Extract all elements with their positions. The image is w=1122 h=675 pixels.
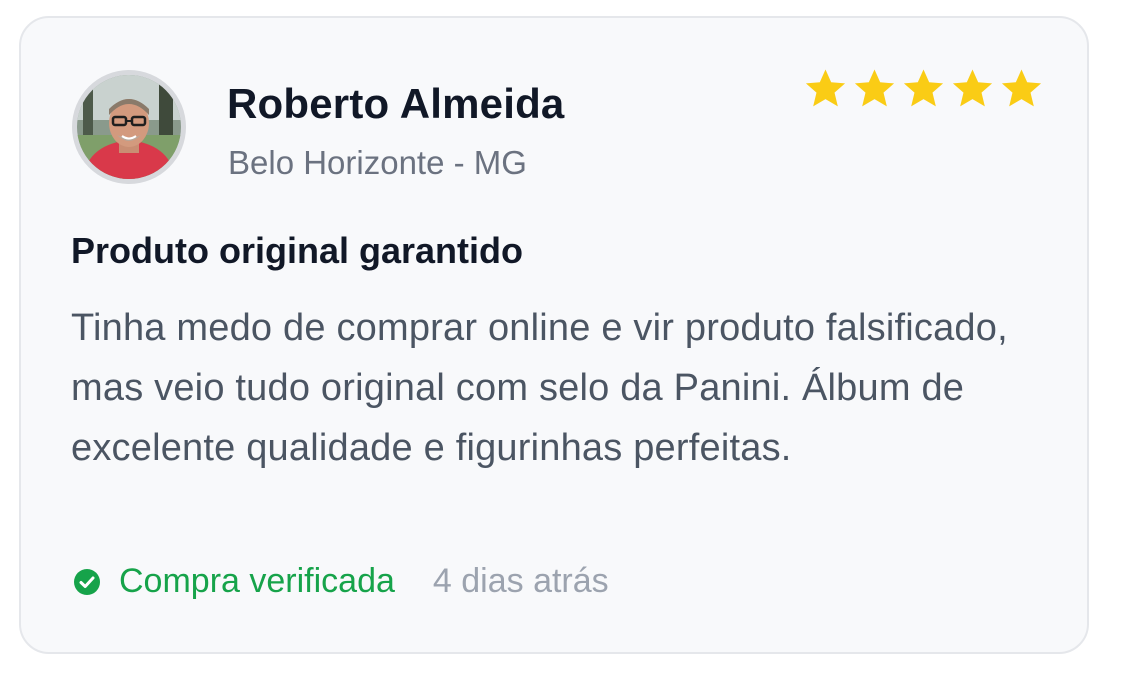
check-circle-icon: [74, 568, 100, 595]
star-rating: [802, 66, 1045, 113]
star-icon: [903, 69, 944, 107]
review-card: Roberto Almeida Belo Horizonte - MG Prod…: [19, 16, 1089, 654]
star-icon: [805, 69, 846, 107]
star-icon: [854, 69, 895, 107]
star-icon: [1001, 69, 1042, 107]
reviewer-location: Belo Horizonte - MG: [228, 144, 527, 181]
review-title: Produto original garantido: [71, 230, 523, 271]
review-body: Tinha medo de comprar online e vir produ…: [71, 307, 1008, 469]
verified-purchase-label: Compra verificada: [119, 562, 395, 600]
avatar: [72, 70, 186, 184]
reviewer-name: Roberto Almeida: [227, 80, 565, 127]
review-footer: Compra verificada 4 dias atrás: [73, 562, 609, 601]
review-timestamp: 4 dias atrás: [432, 562, 609, 600]
avatar-photo: [77, 75, 181, 179]
star-icon: [952, 69, 993, 107]
